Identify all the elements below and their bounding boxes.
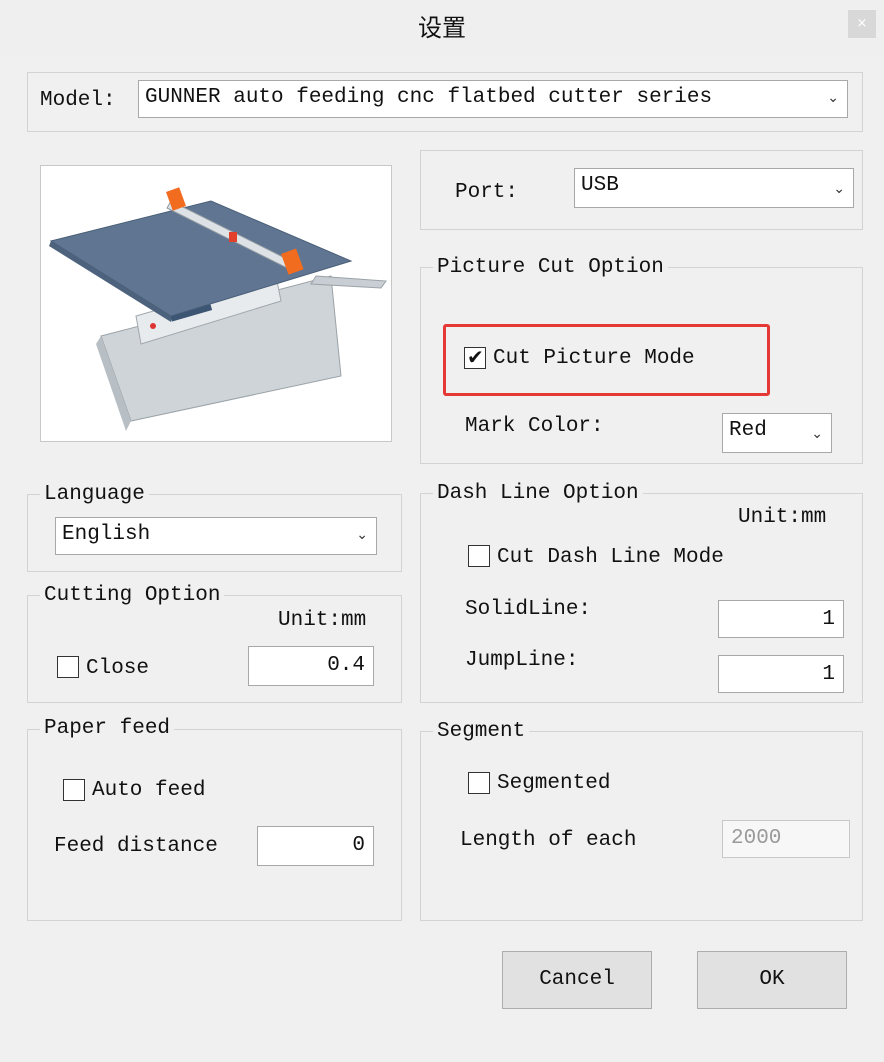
ok-button[interactable]: OK bbox=[697, 951, 847, 1009]
model-select[interactable]: GUNNER auto feeding cnc flatbed cutter s… bbox=[138, 80, 848, 118]
jump-line-input[interactable]: 1 bbox=[718, 655, 844, 693]
cutting-option-unit: Unit:mm bbox=[278, 609, 367, 632]
model-label: Model: bbox=[40, 89, 116, 112]
cut-dash-line-label[interactable]: Cut Dash Line Mode bbox=[497, 545, 724, 571]
language-value: English bbox=[62, 523, 151, 546]
length-of-each-input[interactable]: 2000 bbox=[722, 820, 850, 858]
machine-image bbox=[40, 165, 392, 442]
chevron-down-icon: ⌄ bbox=[833, 181, 845, 197]
model-value: GUNNER auto feeding cnc flatbed cutter s… bbox=[145, 86, 713, 109]
port-value: USB bbox=[581, 174, 619, 197]
paper-feed-group bbox=[27, 729, 402, 921]
dash-line-unit: Unit:mm bbox=[738, 506, 827, 529]
feed-distance-label: Feed distance bbox=[54, 835, 218, 858]
length-of-each-label: Length of each bbox=[460, 829, 637, 852]
segmented-label[interactable]: Segmented bbox=[497, 771, 610, 797]
auto-feed-label[interactable]: Auto feed bbox=[92, 778, 205, 804]
port-label: Port: bbox=[455, 181, 519, 204]
mark-color-label: Mark Color: bbox=[465, 415, 604, 438]
cut-picture-mode-label[interactable]: Cut Picture Mode bbox=[493, 346, 695, 372]
paper-feed-group-label: Paper feed bbox=[40, 716, 175, 742]
chevron-down-icon: ⌄ bbox=[827, 90, 839, 106]
segmented-checkbox[interactable] bbox=[468, 772, 490, 794]
cutter-machine-illustration bbox=[49, 187, 387, 431]
language-group-label: Language bbox=[40, 482, 149, 508]
cancel-button[interactable]: Cancel bbox=[502, 951, 652, 1009]
port-select[interactable]: USB ⌄ bbox=[574, 168, 854, 208]
chevron-down-icon: ⌄ bbox=[356, 527, 368, 543]
close-label[interactable]: Close bbox=[86, 656, 149, 682]
mark-color-value: Red bbox=[729, 419, 767, 442]
cut-dash-line-checkbox[interactable] bbox=[468, 545, 490, 567]
close-checkbox[interactable] bbox=[57, 656, 79, 678]
feed-distance-input[interactable]: 0 bbox=[257, 826, 374, 866]
cut-picture-mode-checkbox[interactable] bbox=[464, 345, 486, 369]
cutting-option-group-label: Cutting Option bbox=[40, 583, 225, 609]
window-title: 设置 bbox=[418, 14, 466, 42]
solid-line-input[interactable]: 1 bbox=[718, 600, 844, 638]
dash-line-group-label: Dash Line Option bbox=[433, 481, 643, 507]
picture-cut-group-label: Picture Cut Option bbox=[433, 255, 668, 281]
chevron-down-icon: ⌄ bbox=[811, 426, 823, 442]
close-icon[interactable]: × bbox=[848, 10, 876, 38]
close-value-input[interactable]: 0.4 bbox=[248, 646, 374, 686]
mark-color-select[interactable]: Red ⌄ bbox=[722, 413, 832, 453]
auto-feed-checkbox[interactable] bbox=[63, 779, 85, 801]
solid-line-label: SolidLine: bbox=[465, 598, 592, 621]
segment-group-label: Segment bbox=[433, 719, 530, 745]
language-select[interactable]: English ⌄ bbox=[55, 517, 377, 555]
jump-line-label: JumpLine: bbox=[465, 649, 579, 672]
